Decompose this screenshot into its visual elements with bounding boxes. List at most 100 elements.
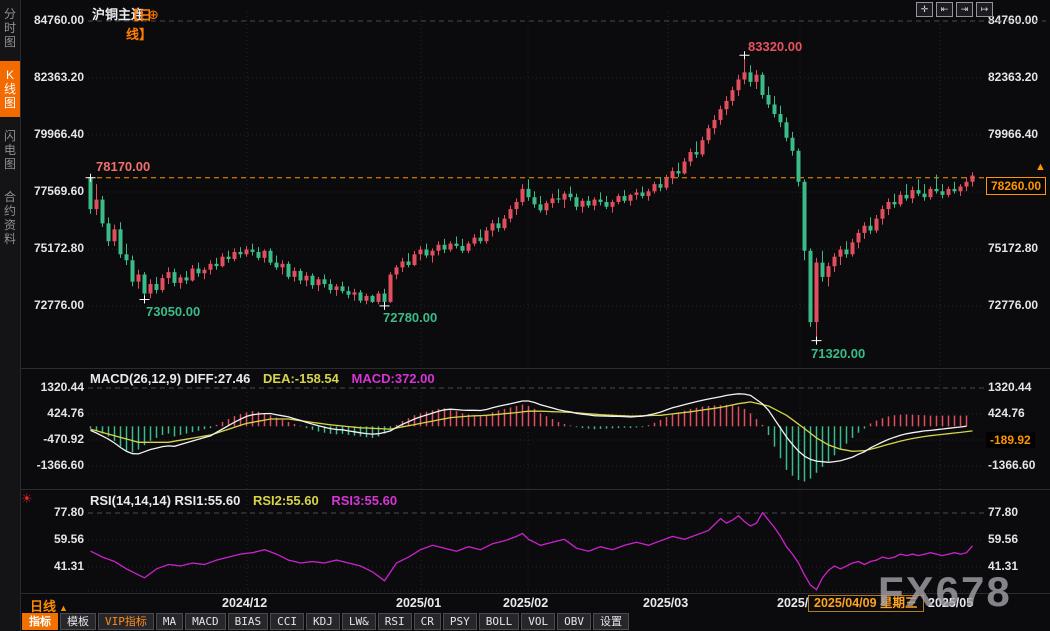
toolbar-button-BOLL[interactable]: BOLL (479, 613, 520, 630)
sidebar-tab-time-chart[interactable]: 分时图 (0, 0, 20, 56)
candle-body (329, 284, 333, 290)
crosshair-move-icon[interactable]: ✛ (916, 2, 933, 17)
low-price-annotation: 71320.00 (811, 346, 865, 361)
candle-body (497, 223, 501, 228)
toolbar-button-设置[interactable]: 设置 (593, 613, 629, 630)
toolbar-button-KDJ[interactable]: KDJ (306, 613, 340, 630)
candle-body (689, 152, 693, 162)
toolbar-button-LW&[interactable]: LW& (342, 613, 376, 630)
candle-body (443, 245, 447, 250)
rsi2-value: RSI2:55.60 (253, 493, 319, 508)
candle-body (299, 271, 303, 281)
candle-body (809, 251, 813, 322)
rsi-readout: RSI(14,14,14) RSI1:55.60 RSI2:55.60 RSI3… (90, 493, 397, 508)
candle-body (869, 226, 873, 231)
candle-body (503, 219, 507, 229)
date-axis-label: 2025/05 (928, 596, 973, 610)
candle-body (125, 254, 129, 260)
toolbar-button-VOL[interactable]: VOL (521, 613, 555, 630)
macd-readout: MACD(26,12,9) DIFF:27.46 DEA:-158.54 MAC… (90, 371, 435, 386)
toolbar-button-CR[interactable]: CR (414, 613, 441, 630)
candle-body (251, 250, 255, 252)
alarm-sun-icon[interactable]: ☀ (21, 491, 33, 507)
toolbar-button-MA[interactable]: MA (156, 613, 183, 630)
indicator-toolbar: 指标模板VIP指标MAMACDBIASCCIKDJLW&RSICRPSYBOLL… (22, 613, 629, 631)
candle-body (851, 242, 855, 254)
candle-body (347, 291, 351, 295)
candle-body (479, 238, 483, 242)
toolbar-button-CCI[interactable]: CCI (270, 613, 304, 630)
sidebar-tab-contract-info[interactable]: 合约资料 (0, 183, 20, 253)
candle-body (623, 196, 627, 201)
price-up-arrow-icon: ▲ (1035, 161, 1046, 173)
sidebar-tab-flash-chart[interactable]: 闪电图 (0, 122, 20, 178)
candle-body (509, 209, 513, 219)
candle-body (173, 272, 177, 283)
candle-body (161, 278, 165, 290)
candle-body (155, 284, 159, 290)
macd-hist-value: MACD:372.00 (352, 371, 435, 386)
macd-diff-value: MACD(26,12,9) DIFF:27.46 (90, 371, 250, 386)
candle-body (395, 267, 399, 274)
candle-body (437, 245, 441, 251)
candle-body (227, 257, 231, 259)
candle-body (647, 191, 651, 196)
candle-body (953, 189, 957, 191)
toolbar-button-VIP指标[interactable]: VIP指标 (98, 613, 154, 630)
candle-body (767, 95, 771, 105)
candle-body (257, 252, 261, 258)
toolbar-button-MACD[interactable]: MACD (185, 613, 226, 630)
axis-expand-icon[interactable]: ⇥ (956, 2, 973, 17)
period-label: 日线 (30, 599, 56, 614)
candle-body (701, 140, 705, 154)
candle-body (563, 194, 567, 200)
candle-body (473, 238, 477, 244)
candle-body (461, 246, 465, 251)
candle-body (815, 263, 819, 322)
candle-body (887, 202, 891, 209)
candle-body (569, 194, 573, 198)
toolbar-button-OBV[interactable]: OBV (557, 613, 591, 630)
candle-body (101, 200, 105, 224)
candle-body (713, 120, 717, 128)
candle-body (359, 292, 363, 300)
candle-body (551, 198, 555, 203)
candle-body (611, 202, 615, 207)
candle-body (755, 75, 759, 82)
candle-body (893, 202, 897, 204)
candle-body (737, 80, 741, 91)
candle-body (587, 201, 591, 206)
candle-body (917, 190, 921, 194)
low-price-annotation: 73050.00 (146, 304, 200, 319)
candle-body (905, 195, 909, 199)
candle-body (941, 191, 945, 195)
toolbar-button-PSY[interactable]: PSY (443, 613, 477, 630)
toolbar-button-RSI[interactable]: RSI (378, 613, 412, 630)
candle-body (527, 189, 531, 197)
candle-body (677, 171, 681, 173)
candle-body (119, 229, 123, 254)
candle-body (833, 257, 837, 267)
candle-body (209, 264, 213, 270)
candle-body (371, 296, 375, 302)
candle-body (635, 192, 639, 194)
candle-body (491, 223, 495, 230)
candle-body (779, 114, 783, 122)
pan-right-icon[interactable]: ↦ (976, 2, 993, 17)
candle-body (197, 269, 201, 274)
candle-body (785, 122, 789, 137)
candle-body (365, 296, 369, 301)
candle-body (239, 252, 243, 254)
candle-body (317, 279, 321, 285)
candle-body (749, 72, 753, 82)
candle-body (215, 264, 219, 266)
candle-body (413, 254, 417, 265)
toolbar-button-模板[interactable]: 模板 (60, 613, 96, 630)
axis-compress-icon[interactable]: ⇤ (936, 2, 953, 17)
candle-body (761, 75, 765, 95)
toolbar-button-指标[interactable]: 指标 (22, 613, 58, 630)
trading-app: 分时图 K线图 闪电图 合约资料 沪铜主连【日线】⊕ ✛ ⇤ ⇥ ↦ 84760… (0, 0, 1050, 631)
sidebar-tab-kline-chart[interactable]: K线图 (0, 61, 20, 117)
candle-body (599, 200, 603, 202)
toolbar-button-BIAS[interactable]: BIAS (228, 613, 269, 630)
